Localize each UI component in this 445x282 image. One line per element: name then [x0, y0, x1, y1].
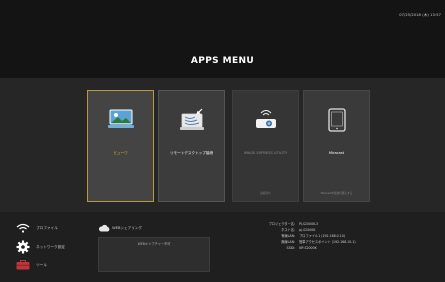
web-sharing-label: WEBシェアリング — [112, 226, 143, 230]
tools-button[interactable]: ツール — [16, 260, 47, 271]
app-tile-viewer[interactable]: ビューワ — [87, 90, 154, 202]
projector-icon — [253, 108, 279, 136]
header-bar: 07/25/2018 (木) 13:57 APPS MENU — [0, 0, 445, 78]
web-capture-status: WEBキャプチャー不可 — [137, 242, 171, 246]
info-row: SSID: NP-S2000K — [286, 246, 317, 250]
apps-area: ビューワ リモートデスクトップ接続 IMAGE EXPRESS UTILITY … — [0, 78, 445, 212]
status-panel: プロファイル ネットワーク設定 ツール WEBシェアリング WEBキャプチャー不… — [0, 212, 445, 282]
viewer-icon — [107, 108, 134, 134]
app-status: Miracastを使用可能にする — [320, 192, 353, 195]
app-label: ビューワ — [113, 151, 128, 155]
wifi-icon — [16, 223, 30, 234]
network-settings-button[interactable]: ネットワーク設定 — [16, 240, 65, 255]
projector-info: プロジェクター名: PJ-S2000K-3 ホスト名: pj-S2000K 有線LA… — [230, 221, 356, 251]
page-title: APPS MENU — [190, 56, 255, 66]
app-tile-miracast[interactable]: Miracast Miracastを使用可能にする — [303, 90, 370, 202]
remote-desktop-icon — [179, 108, 205, 136]
web-sharing-section: WEBシェアリング WEBキャプチャー不可 — [98, 224, 210, 272]
profile-button[interactable]: プロファイル — [16, 223, 58, 234]
app-label: リモートデスクトップ接続 — [169, 151, 214, 155]
tablet-icon — [327, 108, 346, 136]
app-status: 接続待ち — [260, 192, 271, 195]
tools-label: ツール — [36, 263, 47, 267]
gear-icon — [16, 240, 30, 255]
cloud-icon — [98, 224, 110, 233]
network-settings-label: ネットワーク設定 — [36, 245, 65, 249]
datetime-display: 07/25/2018 (木) 13:57 — [399, 13, 441, 17]
apps-menu-screen: 07/25/2018 (木) 13:57 APPS MENU ビューワ リモート… — [0, 0, 445, 282]
app-tile-image-express-utility[interactable]: IMAGE EXPRESS UTILITY 接続待ち — [232, 90, 299, 202]
profile-label: プロファイル — [36, 226, 58, 230]
app-label: Miracast — [328, 151, 345, 155]
web-capture-box: WEBキャプチャー不可 — [98, 237, 210, 272]
app-label: IMAGE EXPRESS UTILITY — [243, 151, 288, 155]
toolbox-icon — [16, 260, 30, 271]
app-tile-remote-desktop[interactable]: リモートデスクトップ接続 — [158, 90, 225, 202]
web-sharing-header[interactable]: WEBシェアリング — [98, 224, 208, 233]
